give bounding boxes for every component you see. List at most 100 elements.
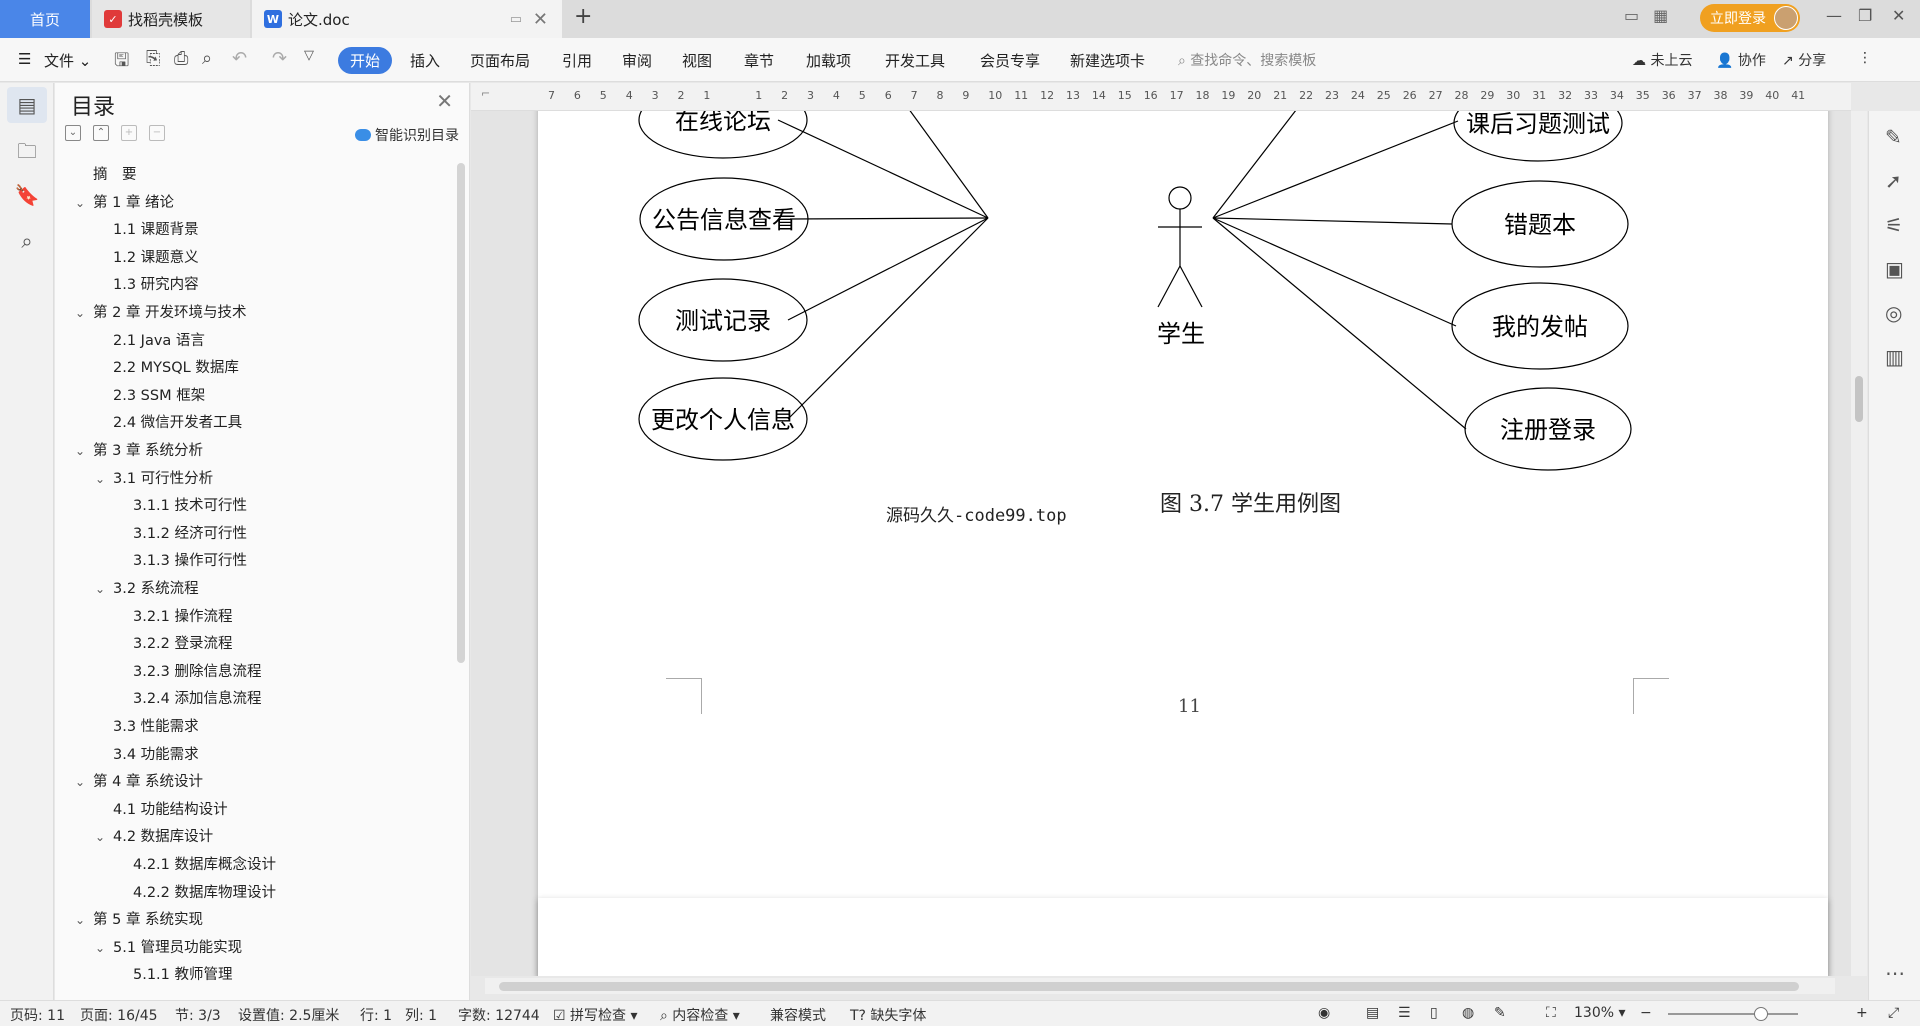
reading-view-icon[interactable]: ▯ (1430, 1005, 1438, 1021)
restore-icon[interactable]: ❐ (1858, 6, 1872, 25)
toc-item[interactable]: 3.2.2 登录流程 (133, 632, 233, 656)
layout-icon[interactable]: ▭ (1624, 6, 1639, 25)
edit-pen-icon[interactable]: ✎ (1885, 125, 1902, 149)
menu-addins[interactable]: 加载项 (806, 50, 851, 71)
login-button[interactable]: 立即登录 (1700, 4, 1800, 32)
find-icon[interactable]: ⌕ (14, 229, 40, 255)
chevron-down-icon[interactable]: ⌄ (75, 306, 93, 320)
toc-item[interactable]: 2.2 MYSQL 数据库 (113, 356, 239, 380)
toc-item[interactable]: ⌄ 第 3 章 系统分析 (75, 439, 203, 463)
menu-developer[interactable]: 开发工具 (885, 50, 945, 71)
menu-view[interactable]: 视图 (682, 50, 712, 71)
command-search[interactable]: ⌕ 查找命令、搜索模板 (1178, 50, 1316, 70)
missing-font-button[interactable]: T? 缺失字体 (850, 1005, 926, 1025)
chevron-down-icon[interactable]: ⌄ (95, 582, 113, 596)
content-check-button[interactable]: ⌕ 内容检查 ▾ (660, 1005, 740, 1025)
close-tab-icon[interactable]: ✕ (533, 9, 548, 30)
chevron-down-icon[interactable]: ⌄ (75, 913, 93, 927)
print-icon[interactable]: ⎙ (174, 48, 188, 69)
collapse-all-icon[interactable]: ⌄ (65, 125, 81, 141)
toc-item[interactable]: 3.2.1 操作流程 (133, 605, 233, 629)
more-icon[interactable]: ⋮ (1858, 50, 1872, 66)
menu-review[interactable]: 审阅 (622, 50, 652, 71)
smart-toc-button[interactable]: 智能识别目录 (355, 125, 459, 145)
toc-item[interactable]: ⌄ 第 5 章 系统实现 (75, 908, 203, 932)
toc-item[interactable]: ⌄ 4.2 数据库设计 (95, 825, 213, 849)
image-icon[interactable]: ▣ (1885, 257, 1904, 281)
toc-item[interactable]: 1.1 课题背景 (113, 218, 199, 242)
more-dots-icon[interactable]: ⋯ (1885, 961, 1905, 985)
navigation-icon[interactable]: 🗀 (14, 137, 40, 163)
zoom-in-icon[interactable]: + (1856, 1005, 1868, 1021)
toc-item[interactable]: 3.4 功能需求 (113, 743, 199, 767)
toc-item[interactable]: 3.1.3 操作可行性 (133, 549, 247, 573)
menu-membership[interactable]: 会员专享 (980, 50, 1040, 71)
toc-item[interactable]: 3.2.3 删除信息流程 (133, 660, 262, 684)
write-view-icon[interactable]: ✎ (1494, 1005, 1506, 1021)
horizontal-scrollbar[interactable] (485, 978, 1835, 994)
web-view-icon[interactable]: ◍ (1462, 1005, 1474, 1021)
toc-item[interactable]: 4.1 功能结构设计 (113, 798, 228, 822)
menu-insert[interactable]: 插入 (410, 50, 440, 71)
add-heading-icon[interactable]: + (121, 125, 137, 141)
zoom-knob[interactable] (1754, 1007, 1768, 1021)
toc-item[interactable]: 摘 要 (93, 163, 137, 187)
menu-new-tab[interactable]: 新建选项卡 (1070, 50, 1145, 71)
save-icon[interactable]: 🖫 (114, 48, 129, 78)
chevron-down-icon[interactable]: ⌄ (95, 830, 113, 844)
zoom-level[interactable]: 130% ▾ (1574, 1005, 1626, 1021)
document-area[interactable]: 在线论坛 公告信息查看 测试记录 更改个人信息 课后习题测试 错题本 我的发帖 … (471, 111, 1851, 976)
compass-icon[interactable]: ◎ (1885, 301, 1902, 325)
spell-check-button[interactable]: ☑ 拼写检查 ▾ (553, 1005, 638, 1025)
toc-item[interactable]: ⌄ 3.1 可行性分析 (95, 467, 213, 491)
hamburger-icon[interactable]: ☰ (18, 50, 31, 68)
toc-panel-icon[interactable]: ▤ (7, 87, 47, 123)
menu-reference[interactable]: 引用 (562, 50, 592, 71)
chevron-down-icon[interactable]: ⌄ (75, 775, 93, 789)
page-view-icon[interactable]: ▤ (1366, 1005, 1379, 1021)
toc-item[interactable]: 3.3 性能需求 (113, 715, 199, 739)
bookmark-icon[interactable]: 🔖 (14, 183, 40, 209)
fit-page-icon[interactable]: ⛶ (1546, 1005, 1556, 1021)
chevron-down-icon[interactable]: ⌄ (95, 941, 113, 955)
toc-item[interactable]: 3.1.2 经济可行性 (133, 522, 247, 546)
print-preview-icon[interactable]: ⌕ (202, 48, 212, 69)
horizontal-ruler[interactable]: ⌐ 7 6 5 4 3 2 1 1 2 3 4 5 6 7 8 9 10 11 12 13 14 15 16 17 18 19 20… (471, 83, 1851, 111)
close-window-icon[interactable]: ✕ (1892, 6, 1905, 25)
toc-item[interactable]: 3.2.4 添加信息流程 (133, 687, 262, 711)
remove-heading-icon[interactable]: − (149, 125, 165, 141)
status-words[interactable]: 字数: 12744 (458, 1005, 540, 1025)
apps-grid-icon[interactable]: ▦ (1653, 6, 1668, 25)
scroll-thumb[interactable] (499, 982, 1799, 991)
toc-item[interactable]: ⌄ 5.1 管理员功能实现 (95, 936, 242, 960)
chevron-down-icon[interactable]: ⌄ (75, 196, 93, 210)
tab-home[interactable]: 首页 (0, 0, 90, 38)
select-cursor-icon[interactable]: ➚ (1885, 169, 1902, 193)
close-icon[interactable]: ✕ (436, 89, 453, 113)
toc-item[interactable]: 1.2 课题意义 (113, 246, 199, 270)
redo-icon[interactable]: ↷ (272, 48, 287, 69)
eye-protect-icon[interactable]: ◉ (1318, 1005, 1330, 1021)
undo-icon[interactable]: ↶ (232, 48, 247, 69)
collab-button[interactable]: 👤 协作 (1716, 50, 1766, 70)
minimize-icon[interactable]: — (1826, 6, 1842, 25)
export-pdf-icon[interactable]: ⎘ (146, 48, 160, 69)
pin-icon[interactable]: ▭ (510, 12, 522, 27)
vertical-scrollbar[interactable] (1851, 111, 1867, 976)
adjust-icon[interactable]: ⚟ (1885, 213, 1903, 237)
toc-item[interactable]: 4.2.2 数据库物理设计 (133, 881, 276, 905)
toc-item[interactable]: ⌄ 第 1 章 绪论 (75, 191, 174, 215)
menu-page-layout[interactable]: 页面布局 (470, 50, 530, 71)
tab-template[interactable]: ✓ 找稻壳模板 (92, 0, 250, 38)
file-menu[interactable]: 文件 ⌄ (44, 50, 91, 71)
new-tab-button[interactable]: + (574, 4, 592, 29)
expand-all-icon[interactable]: ⌃ (93, 125, 109, 141)
toc-item[interactable]: 1.3 研究内容 (113, 273, 199, 297)
toc-item[interactable]: 5.1.1 教师管理 (133, 963, 233, 987)
zoom-slider[interactable] (1668, 1007, 1798, 1021)
toc-item[interactable]: ⌄ 3.2 系统流程 (95, 577, 199, 601)
toc-item[interactable]: 2.1 Java 语言 (113, 329, 205, 353)
toc-item[interactable]: ⌄ 第 4 章 系统设计 (75, 770, 203, 794)
chevron-down-icon[interactable]: ⌄ (95, 472, 113, 486)
zoom-out-icon[interactable]: − (1640, 1005, 1652, 1021)
